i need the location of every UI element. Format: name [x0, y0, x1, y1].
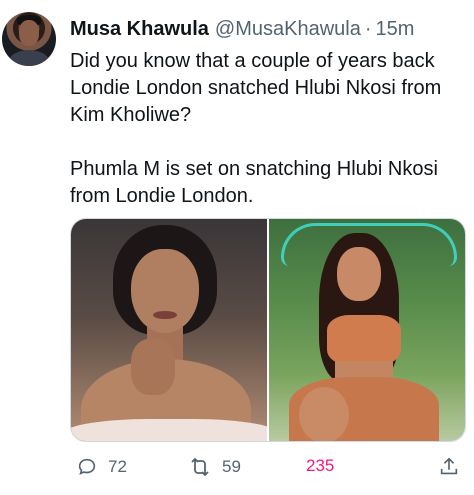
photo-right-face	[337, 247, 381, 301]
avatar-shirt	[8, 50, 50, 66]
like-count: 235	[306, 456, 335, 475]
tweet-header: Musa Khawula @MusaKhawula · 15m	[70, 18, 414, 41]
photo-left-hand	[131, 339, 175, 395]
retweet-count: 59	[222, 457, 241, 476]
avatar[interactable]	[2, 12, 56, 66]
retweet-icon	[188, 456, 212, 478]
author-handle[interactable]: @MusaKhawula	[215, 18, 361, 40]
tweet-paragraph-2: Phumla M is set on snatching Hlubi Nkosi…	[70, 158, 438, 207]
avatar-face	[19, 20, 39, 46]
reply-icon	[76, 456, 98, 478]
share-icon	[438, 456, 460, 478]
photo-right[interactable]	[269, 219, 465, 441]
share-button[interactable]	[438, 456, 460, 478]
reply-button[interactable]: 72	[76, 456, 127, 478]
reply-count: 72	[108, 457, 127, 476]
photo-left-cloth	[71, 419, 267, 441]
retweet-button[interactable]: 59	[188, 456, 241, 478]
photo-left-face	[131, 249, 199, 333]
separator-dot: ·	[364, 18, 372, 40]
tweet-actions: 72 59 235	[70, 456, 464, 480]
photo-right-knee	[299, 387, 349, 441]
tweet-paragraph-1: Did you know that a couple of years back…	[70, 50, 442, 126]
tweet-text: Did you know that a couple of years back…	[70, 48, 465, 210]
like-button[interactable]: 235	[306, 456, 334, 476]
photo-left-lips	[153, 311, 177, 319]
photo-right-top	[327, 315, 401, 365]
media-grid	[70, 218, 466, 442]
photo-left[interactable]	[71, 219, 267, 441]
author-name[interactable]: Musa Khawula	[70, 18, 209, 40]
tweet-time[interactable]: 15m	[376, 18, 415, 40]
